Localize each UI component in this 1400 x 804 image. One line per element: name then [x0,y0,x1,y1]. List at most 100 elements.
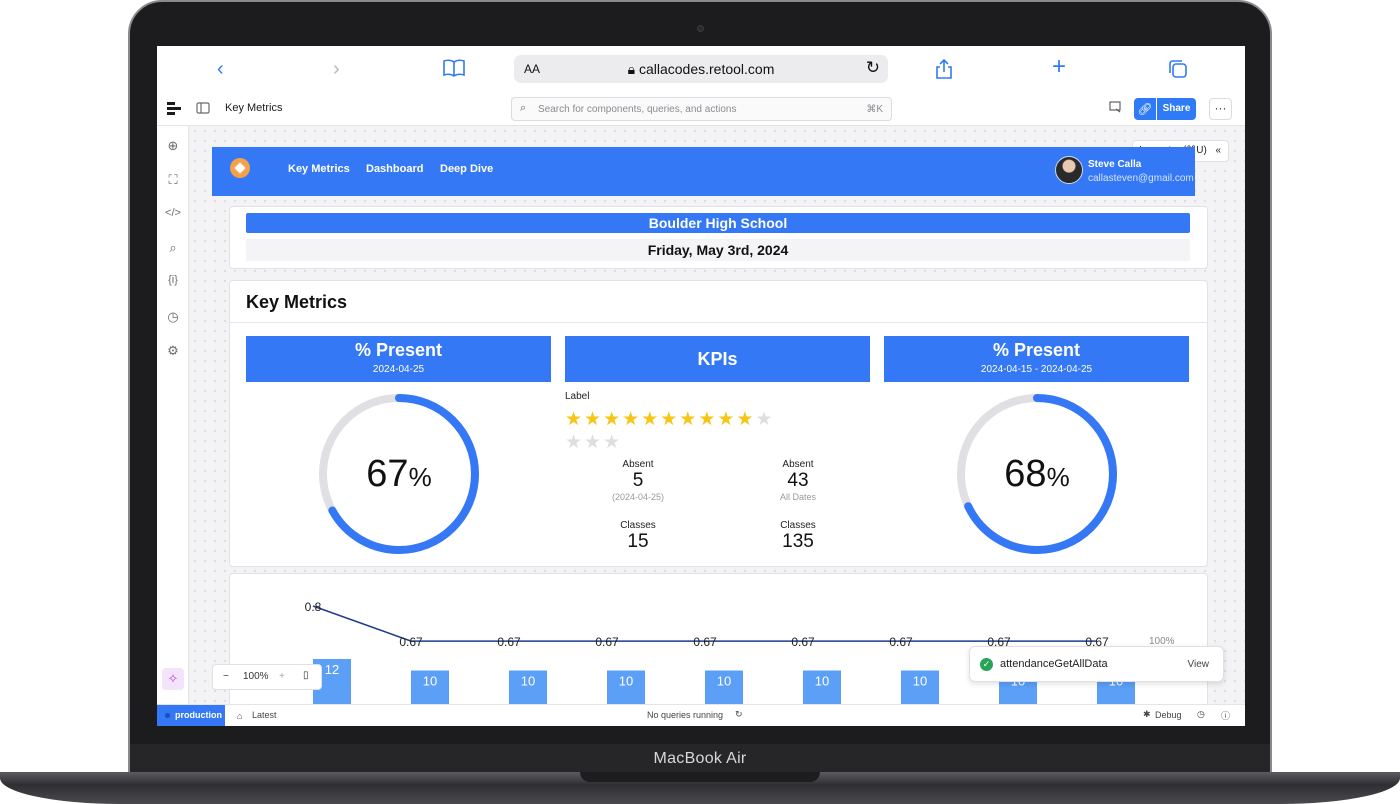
avatar[interactable] [1055,156,1083,184]
nav-dashboard[interactable]: Dashboard [366,163,423,175]
line-data-label: 0.67 [399,635,423,649]
tabs-icon[interactable] [1168,59,1188,85]
key-metrics-title: Key Metrics [246,292,348,312]
star-icon[interactable]: ★ [679,409,698,430]
toast-view-button[interactable]: View [1188,659,1210,670]
bar-data-label: 10 [815,674,829,689]
kpis-header: KPIs [565,336,870,382]
help-icon[interactable]: ⓘ [1221,709,1230,722]
nav-deep-dive[interactable]: Deep Dive [440,163,493,175]
nav-key-metrics[interactable]: Key Metrics [288,163,350,175]
star-icon[interactable]: ★ [641,409,660,430]
star-icon[interactable]: ★ [603,432,622,453]
rating-stars[interactable]: ★★★★★★★★★★★ ★★★ [565,408,845,454]
line-data-label: 0.67 [791,635,815,649]
star-icon[interactable]: ★ [698,409,717,430]
queries-status: No queries running [647,710,724,720]
line-data-label: 0.8 [305,600,322,614]
version-label[interactable]: Latest [252,710,277,720]
stat-sub: All Dates [779,492,816,502]
zoom-in-button[interactable]: + [279,671,285,682]
stat-value: 15 [627,531,649,552]
stat-value: 135 [782,531,814,552]
star-icon[interactable]: ★ [565,409,584,430]
present-day-date: 2024-04-25 [372,364,425,375]
star-icon[interactable]: ★ [717,409,736,430]
history-icon[interactable]: ◷ [157,309,189,325]
stat-classes-day: Classes 15 [578,520,698,553]
retool-logo-icon[interactable] [167,102,181,121]
present-range-dates: 2024-04-15 - 2024-04-25 [980,364,1093,375]
debug-button[interactable]: Debug [1155,710,1182,720]
refresh-icon[interactable]: ↻ [735,709,743,720]
screen: ‹ › AA 🔒︎ callacodes.retool.com ↻ + Key [157,46,1245,726]
component-tree-icon[interactable]: ⛶ [157,172,189,188]
more-button[interactable]: ··· [1209,98,1232,120]
history-icon[interactable]: ◷ [1197,709,1205,720]
share-icon[interactable] [935,58,953,86]
lock-icon: 🔒︎ [627,61,636,77]
star-icon[interactable]: ★ [584,432,603,453]
present-range-value: 68% [1004,453,1070,495]
share-button[interactable]: Share [1156,98,1196,120]
app-header: Key Metrics Dashboard Deep Dive Steve Ca… [212,147,1195,196]
zoom-level[interactable]: 100% [243,671,269,682]
address-bar[interactable]: AA 🔒︎ callacodes.retool.com ↻ [514,55,888,83]
bar-data-label: 10 [619,674,633,689]
app-name[interactable]: Key Metrics [225,102,282,114]
line-data-label: 0.67 [693,635,717,649]
collapse-icon[interactable]: « [1215,141,1221,161]
line-data-label: 0.67 [889,635,913,649]
stat-label: Classes [780,520,816,531]
star-icon[interactable]: ★ [603,409,622,430]
app-logo [230,158,250,178]
star-icon[interactable]: ★ [736,409,755,430]
state-icon[interactable]: {i} [157,274,189,286]
assist-icon[interactable]: ✧ [162,668,184,690]
copy-link-button[interactable]: 🔗︎ [1134,98,1156,120]
present-range-header: % Present 2024-04-15 - 2024-04-25 [884,336,1189,382]
bar-data-label: 12 [325,662,339,677]
bar-data-label: 10 [717,674,731,689]
user-name: Steve Calla [1088,159,1142,170]
back-icon[interactable]: ‹ [217,57,224,81]
url-value: callacodes.retool.com [638,61,775,77]
bug-icon: ✱ [1143,709,1151,719]
stat-label: Classes [620,520,656,531]
present-day-title: % Present [354,340,443,360]
star-icon[interactable]: ★ [584,409,603,430]
search-icon: ⌕ [520,102,527,114]
forward-icon[interactable]: › [333,57,340,81]
search-rail-icon[interactable]: ⌕ [157,240,189,256]
kpis-title: KPIs [697,349,738,369]
preview-icon[interactable] [1109,100,1122,116]
star-icon[interactable]: ★ [565,432,584,453]
star-icon[interactable]: ★ [660,409,679,430]
stat-label: Absent [622,459,654,470]
toast-message: attendanceGetAllData [1000,658,1108,670]
editor-toolbar: Key Metrics ⌕ Search for components, que… [157,92,1245,126]
tag-icon: ⌂ [237,711,243,721]
settings-icon[interactable]: ⚙ [157,343,189,359]
bookmarks-icon[interactable] [443,59,465,83]
zoom-out-button[interactable]: − [223,671,229,682]
camera-icon [697,25,704,32]
stat-classes-all: Classes 135 [738,520,858,553]
bar-data-label: 10 [423,674,437,689]
stat-value: 5 [632,470,644,491]
success-icon: ✓ [980,658,993,671]
mobile-preview-icon[interactable]: ▯ [303,670,309,681]
search-input[interactable]: ⌕ Search for components, queries, and ac… [511,97,892,121]
school-name: Boulder High School [246,213,1190,233]
panel-toggle-icon[interactable] [196,101,210,120]
star-icon[interactable]: ★ [755,409,774,430]
reload-icon[interactable]: ↻ [866,58,880,78]
code-icon[interactable]: </> [157,207,189,219]
stat-label: Absent [782,459,814,470]
stat-sub: (2024-04-25) [611,492,665,502]
new-tab-icon[interactable]: + [1052,55,1066,79]
environment-badge[interactable]: production [157,705,225,726]
star-icon[interactable]: ★ [622,409,641,430]
add-component-icon[interactable]: ⊕ [157,138,189,154]
stat-absent-day: Absent 5 (2024-04-25) [578,459,698,502]
